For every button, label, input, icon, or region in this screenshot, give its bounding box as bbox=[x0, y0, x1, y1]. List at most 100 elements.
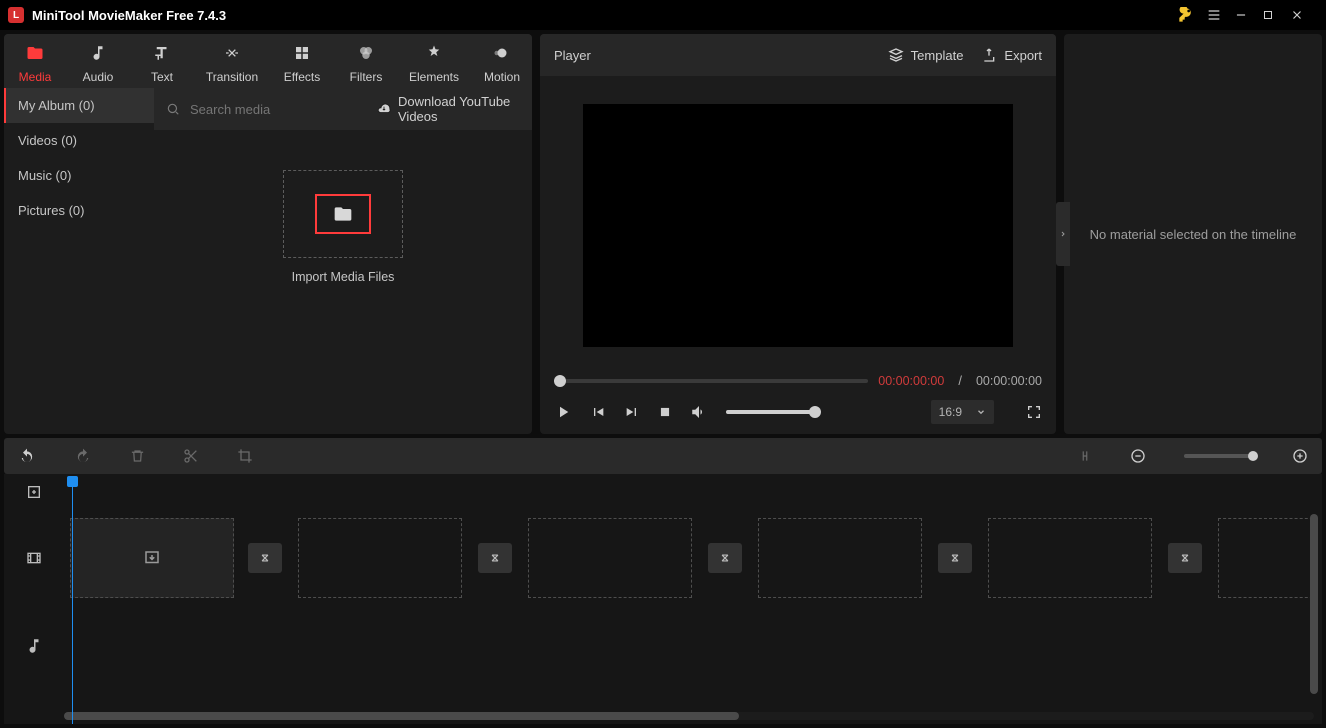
tab-label: Elements bbox=[409, 70, 459, 84]
video-track-icon bbox=[4, 550, 64, 566]
tab-label: Transition bbox=[206, 70, 258, 84]
media-cat-album[interactable]: My Album (0) bbox=[4, 88, 154, 123]
fullscreen-button[interactable] bbox=[1026, 404, 1042, 420]
volume-slider[interactable] bbox=[726, 410, 816, 414]
export-button[interactable]: Export bbox=[981, 47, 1042, 63]
tab-filters[interactable]: Filters bbox=[334, 42, 398, 84]
crop-button[interactable] bbox=[237, 448, 253, 464]
ratio-value: 16:9 bbox=[939, 405, 962, 419]
audio-track[interactable] bbox=[64, 606, 1322, 686]
add-track-button[interactable] bbox=[4, 484, 64, 500]
transition-icon bbox=[248, 543, 282, 573]
title-bar: L MiniTool MovieMaker Free 7.4.3 bbox=[0, 0, 1326, 30]
volume-icon[interactable] bbox=[690, 403, 708, 421]
tab-motion[interactable]: Motion bbox=[470, 42, 534, 84]
zoom-in-button[interactable] bbox=[1292, 448, 1308, 464]
menu-icon[interactable] bbox=[1206, 7, 1234, 23]
search-icon bbox=[166, 102, 180, 116]
clip-slot[interactable] bbox=[988, 518, 1152, 598]
total-time: 00:00:00:00 bbox=[976, 374, 1042, 388]
properties-panel: No material selected on the timeline bbox=[1064, 34, 1322, 434]
timeline[interactable] bbox=[4, 474, 1322, 724]
zoom-out-button[interactable] bbox=[1130, 448, 1146, 464]
template-icon bbox=[888, 47, 904, 63]
clip-slot[interactable] bbox=[758, 518, 922, 598]
effects-icon bbox=[293, 42, 311, 64]
search-input[interactable] bbox=[190, 102, 366, 117]
media-cat-music[interactable]: Music (0) bbox=[4, 158, 154, 193]
clip-slot[interactable] bbox=[298, 518, 462, 598]
clip-slot[interactable] bbox=[528, 518, 692, 598]
clip-slot[interactable] bbox=[1218, 518, 1318, 598]
play-button[interactable] bbox=[554, 403, 572, 421]
template-label: Template bbox=[911, 48, 964, 63]
transition-icon bbox=[478, 543, 512, 573]
tab-label: Media bbox=[19, 70, 52, 84]
export-label: Export bbox=[1004, 48, 1042, 63]
import-label: Import Media Files bbox=[292, 270, 395, 284]
seek-slider[interactable] bbox=[554, 379, 868, 383]
fit-button[interactable] bbox=[1078, 448, 1092, 464]
no-selection-label: No material selected on the timeline bbox=[1072, 227, 1315, 242]
timeline-toolbar bbox=[4, 438, 1322, 474]
playhead[interactable] bbox=[72, 478, 73, 724]
timeline-vscroll[interactable] bbox=[1310, 514, 1318, 694]
transition-slot[interactable] bbox=[934, 518, 976, 598]
tab-audio[interactable]: Audio bbox=[66, 42, 130, 84]
player-title: Player bbox=[554, 48, 591, 63]
stop-button[interactable] bbox=[658, 405, 672, 419]
transition-slot[interactable] bbox=[244, 518, 286, 598]
transition-icon bbox=[1168, 543, 1202, 573]
tab-label: Filters bbox=[350, 70, 383, 84]
yt-label: Download YouTube Videos bbox=[398, 94, 520, 124]
transition-slot[interactable] bbox=[704, 518, 746, 598]
minimize-button[interactable] bbox=[1234, 8, 1262, 22]
music-icon bbox=[89, 42, 107, 64]
maximize-button[interactable] bbox=[1262, 9, 1290, 21]
expand-panel-button[interactable] bbox=[1056, 202, 1070, 266]
elements-icon bbox=[425, 42, 443, 64]
export-icon bbox=[981, 47, 997, 63]
tab-media[interactable]: Media bbox=[4, 42, 66, 84]
cloud-download-icon bbox=[376, 102, 392, 116]
filters-icon bbox=[356, 42, 376, 64]
tab-effects[interactable]: Effects bbox=[270, 42, 334, 84]
aspect-ratio-select[interactable]: 16:9 bbox=[931, 400, 994, 424]
import-folder-icon bbox=[315, 194, 371, 234]
video-track[interactable] bbox=[64, 510, 1322, 606]
tab-label: Audio bbox=[83, 70, 114, 84]
timeline-hscroll[interactable] bbox=[64, 712, 1314, 720]
import-media-button[interactable] bbox=[283, 170, 403, 258]
tab-label: Effects bbox=[284, 70, 320, 84]
folder-icon bbox=[24, 42, 46, 64]
app-logo: L bbox=[8, 7, 24, 23]
tab-text[interactable]: Text bbox=[130, 42, 194, 84]
text-icon bbox=[152, 42, 172, 64]
timeline-ruler[interactable] bbox=[64, 474, 1322, 510]
transition-icon bbox=[222, 42, 242, 64]
media-cat-pictures[interactable]: Pictures (0) bbox=[4, 193, 154, 228]
media-cat-videos[interactable]: Videos (0) bbox=[4, 123, 154, 158]
media-categories: My Album (0) Videos (0) Music (0) Pictur… bbox=[4, 88, 154, 418]
split-button[interactable] bbox=[183, 448, 199, 464]
download-youtube-link[interactable]: Download YouTube Videos bbox=[376, 94, 520, 124]
transition-slot[interactable] bbox=[1164, 518, 1206, 598]
prev-frame-button[interactable] bbox=[590, 404, 606, 420]
video-preview bbox=[583, 104, 1013, 347]
redo-button[interactable] bbox=[74, 448, 92, 464]
close-button[interactable] bbox=[1290, 8, 1318, 22]
clip-slot[interactable] bbox=[70, 518, 234, 598]
transition-slot[interactable] bbox=[474, 518, 516, 598]
delete-button[interactable] bbox=[130, 448, 145, 464]
next-frame-button[interactable] bbox=[624, 404, 640, 420]
key-icon[interactable] bbox=[1178, 7, 1206, 23]
zoom-slider[interactable] bbox=[1184, 454, 1254, 458]
undo-button[interactable] bbox=[18, 448, 36, 464]
current-time: 00:00:00:00 bbox=[878, 374, 944, 388]
media-panel: Media Audio Text Transition Effects Filt… bbox=[4, 34, 532, 434]
template-button[interactable]: Template bbox=[888, 47, 964, 63]
tab-elements[interactable]: Elements bbox=[398, 42, 470, 84]
tab-transition[interactable]: Transition bbox=[194, 42, 270, 84]
audio-track-icon bbox=[4, 637, 64, 655]
app-title: MiniTool MovieMaker Free 7.4.3 bbox=[32, 8, 226, 23]
